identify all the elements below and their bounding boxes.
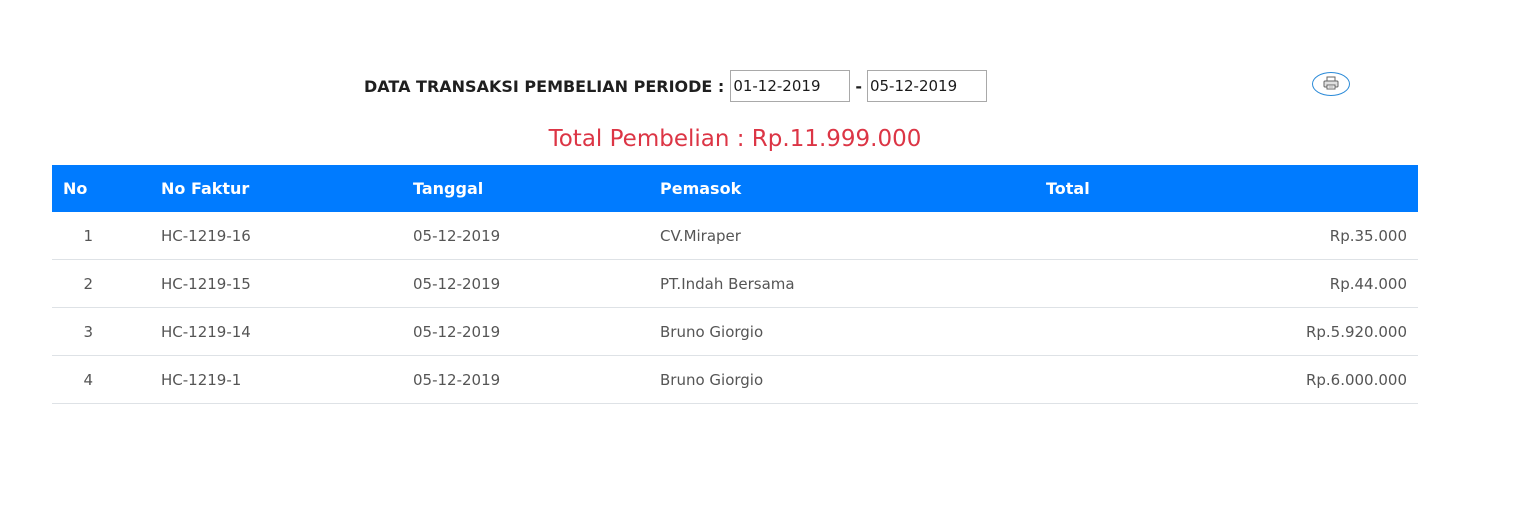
cell-tanggal: 05-12-2019 <box>402 355 649 404</box>
cell-total: Rp.35.000 <box>1329 226 1407 245</box>
header-pemasok: Pemasok <box>660 179 742 198</box>
header-no: No <box>63 179 88 198</box>
cell-no-faktur: HC-1219-15 <box>150 259 402 308</box>
cell-no: 4 <box>52 355 150 404</box>
cell-total: Rp.5.920.000 <box>1024 307 1418 356</box>
cell-pemasok: PT.Indah Bersama <box>649 259 1024 308</box>
printer-icon <box>1323 76 1339 93</box>
total-purchase-title: Total Pembelian : Rp.11.999.000 <box>548 126 922 152</box>
transactions-table: No No Faktur Tanggal Pemasok Total 1 HC-… <box>52 165 1418 404</box>
date-separator: - <box>855 76 862 96</box>
header-total: Total <box>1046 179 1090 198</box>
table-row: 1 HC-1219-16 05-12-2019 CV.Miraper Rp.35… <box>52 212 1418 260</box>
cell-no: 3 <box>52 307 150 356</box>
cell-no-faktur: HC-1219-1 <box>150 355 402 404</box>
cell-pemasok: Bruno Giorgio <box>649 307 1024 356</box>
cell-total: Rp.6.000.000 <box>1024 355 1418 404</box>
cell-no: 1 <box>83 226 93 245</box>
cell-tanggal: 05-12-2019 <box>402 307 649 356</box>
cell-no-faktur: HC-1219-14 <box>150 307 402 356</box>
end-date-input[interactable] <box>866 70 987 102</box>
report-page: DATA TRANSAKSI PEMBELIAN PERIODE : - Tot… <box>0 0 1518 510</box>
table-row: 2 HC-1219-15 05-12-2019 PT.Indah Bersama… <box>52 259 1418 308</box>
cell-total: Rp.44.000 <box>1024 259 1418 308</box>
print-button[interactable] <box>1312 72 1350 96</box>
cell-pemasok: CV.Miraper <box>660 226 741 245</box>
period-filter: DATA TRANSAKSI PEMBELIAN PERIODE : - <box>364 70 987 102</box>
table-header-row: No No Faktur Tanggal Pemasok Total <box>52 165 1418 212</box>
table-row: 3 HC-1219-14 05-12-2019 Bruno Giorgio Rp… <box>52 307 1418 356</box>
start-date-input[interactable] <box>730 70 851 102</box>
header-no-faktur: No Faktur <box>161 179 250 198</box>
header-tanggal: Tanggal <box>413 179 484 198</box>
table-row: 4 HC-1219-1 05-12-2019 Bruno Giorgio Rp.… <box>52 355 1418 404</box>
cell-pemasok: Bruno Giorgio <box>649 355 1024 404</box>
cell-tanggal: 05-12-2019 <box>413 226 501 245</box>
cell-no: 2 <box>52 259 150 308</box>
cell-tanggal: 05-12-2019 <box>402 259 649 308</box>
period-title: DATA TRANSAKSI PEMBELIAN PERIODE : <box>364 76 725 96</box>
cell-no-faktur: HC-1219-16 <box>161 226 251 245</box>
